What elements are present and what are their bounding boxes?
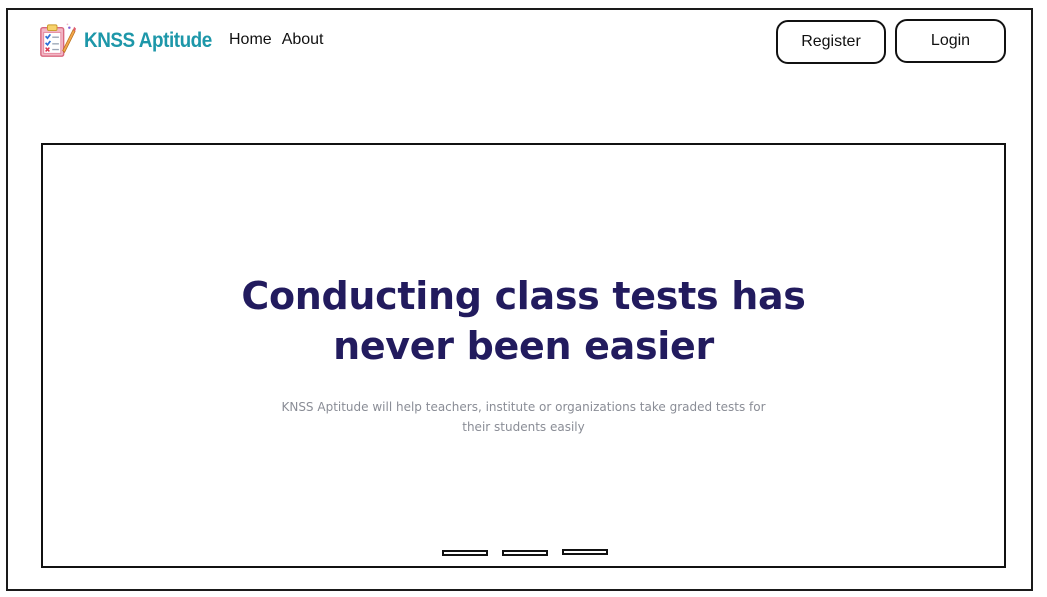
main-nav: Home About [229,31,324,49]
carousel-indicators [43,549,1004,556]
login-button[interactable]: Login [895,19,1006,63]
clipboard-checklist-icon [40,23,76,57]
brand-name: KNSS Aptitude [84,29,212,52]
carousel-indicator-3[interactable] [561,549,608,555]
carousel-indicator-1[interactable] [441,550,488,556]
hero-subtitle: KNSS Aptitude will help teachers, instit… [281,400,766,434]
nav-about[interactable]: About [282,31,324,49]
nav-home[interactable]: Home [229,31,272,49]
hero-carousel: Conducting class tests has never been ea… [41,143,1006,568]
register-button[interactable]: Register [776,20,886,64]
brand[interactable]: KNSS Aptitude [38,22,226,60]
hero-title: Conducting class tests has never been ea… [241,274,806,368]
carousel-indicator-2[interactable] [501,550,548,556]
